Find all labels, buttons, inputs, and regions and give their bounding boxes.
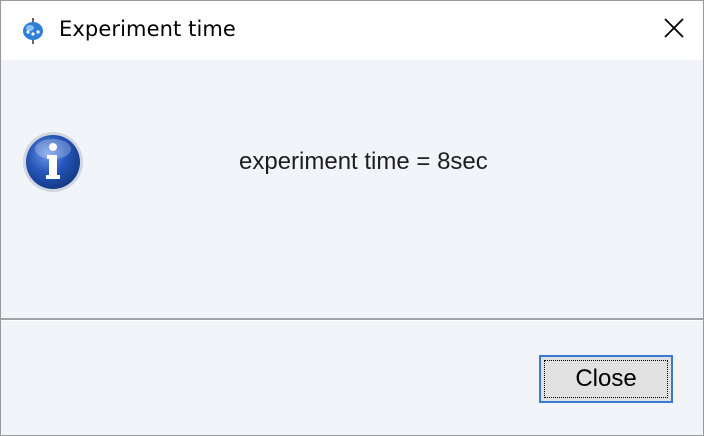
close-button-label: Close [575,365,637,392]
close-window-button[interactable] [655,11,693,49]
close-button[interactable]: Close [539,355,673,403]
info-icon [22,131,84,193]
dialog-message: experiment time = 8sec [239,148,488,175]
dialog-footer: Close [1,321,703,435]
window-title: Experiment time [59,17,236,41]
dialog-content: experiment time = 8sec [1,60,703,318]
title-bar: Experiment time [1,1,703,60]
java-duke-icon [19,16,47,46]
close-icon [663,17,685,44]
dialog-window: Experiment time experiment time = 8sec C… [0,0,704,436]
